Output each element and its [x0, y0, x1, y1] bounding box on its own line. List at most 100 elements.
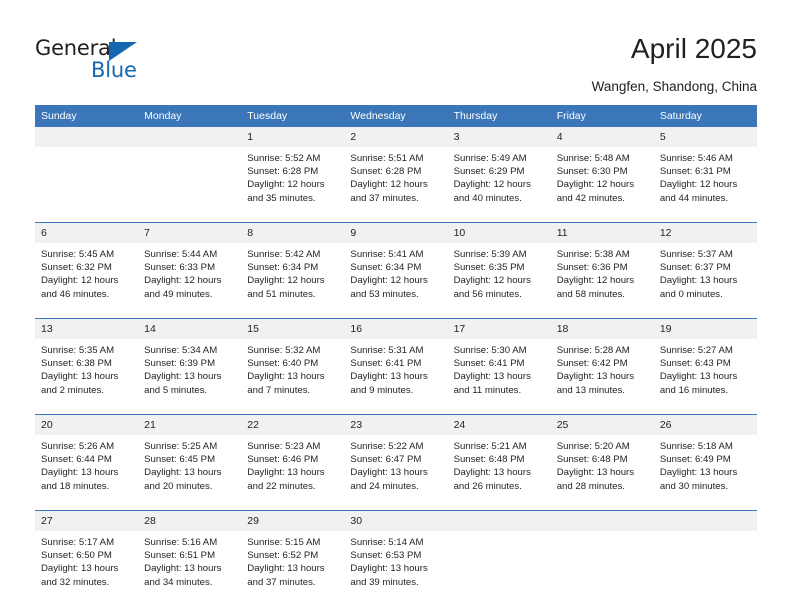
daylight-text: Daylight: 13 hours and 16 minutes.: [659, 371, 738, 396]
day-cell[interactable]: [550, 510, 654, 606]
day-cell[interactable]: 25 Sunrise: 5:20 AM Sunset: 6:48 PM Dayl…: [550, 414, 654, 511]
day-cell[interactable]: 6 Sunrise: 5:45 AM Sunset: 6:32 PM Dayli…: [35, 222, 139, 319]
day-cell[interactable]: 3 Sunrise: 5:49 AM Sunset: 6:29 PM Dayli…: [447, 127, 551, 223]
day-details: Sunrise: 5:26 AM Sunset: 6:44 PM Dayligh…: [35, 435, 138, 510]
day-cell[interactable]: 12 Sunrise: 5:37 AM Sunset: 6:37 PM Dayl…: [653, 222, 757, 319]
sunrise-text: Sunrise: 5:51 AM: [350, 153, 424, 164]
day-cell[interactable]: 30 Sunrise: 5:14 AM Sunset: 6:53 PM Dayl…: [344, 510, 448, 606]
day-details: Sunrise: 5:27 AM Sunset: 6:43 PM Dayligh…: [654, 339, 757, 414]
daylight-text: Daylight: 13 hours and 34 minutes.: [144, 563, 222, 588]
sunrise-text: Sunrise: 5:38 AM: [556, 249, 630, 260]
day-number: 27: [35, 511, 139, 531]
sunrise-text: Sunrise: 5:18 AM: [659, 441, 733, 452]
day-cell[interactable]: 4 Sunrise: 5:48 AM Sunset: 6:30 PM Dayli…: [550, 127, 654, 223]
daylight-text: Daylight: 13 hours and 30 minutes.: [659, 467, 738, 492]
day-cell[interactable]: 17 Sunrise: 5:30 AM Sunset: 6:41 PM Dayl…: [447, 318, 551, 415]
day-number: [138, 127, 242, 147]
sunrise-text: Sunrise: 5:22 AM: [350, 441, 424, 452]
sunset-text: Sunset: 6:37 PM: [659, 262, 731, 274]
day-details: Sunrise: 5:17 AM Sunset: 6:50 PM Dayligh…: [35, 531, 138, 606]
day-number: 5: [653, 127, 757, 147]
sunrise-text: Sunrise: 5:34 AM: [144, 345, 218, 356]
day-cell[interactable]: [138, 127, 242, 223]
day-details: Sunrise: 5:37 AM Sunset: 6:37 PM Dayligh…: [654, 243, 757, 318]
day-cell[interactable]: 29 Sunrise: 5:15 AM Sunset: 6:52 PM Dayl…: [241, 510, 345, 606]
daylight-text: Daylight: 13 hours and 24 minutes.: [350, 467, 428, 492]
day-details: Sunrise: 5:34 AM Sunset: 6:39 PM Dayligh…: [138, 339, 241, 414]
daylight-text: Daylight: 13 hours and 13 minutes.: [556, 371, 635, 396]
day-number: 20: [35, 415, 139, 435]
daylight-text: Daylight: 12 hours and 49 minutes.: [144, 275, 222, 300]
day-cell[interactable]: [447, 510, 551, 606]
day-number: 6: [35, 223, 139, 243]
sunrise-text: Sunrise: 5:37 AM: [659, 249, 733, 260]
sunrise-text: Sunrise: 5:41 AM: [350, 249, 424, 260]
day-details: Sunrise: 5:14 AM Sunset: 6:53 PM Dayligh…: [344, 531, 447, 606]
day-cell[interactable]: 28 Sunrise: 5:16 AM Sunset: 6:51 PM Dayl…: [138, 510, 242, 606]
day-number: 9: [344, 223, 448, 243]
day-cell[interactable]: 27 Sunrise: 5:17 AM Sunset: 6:50 PM Dayl…: [35, 510, 139, 606]
sunrise-text: Sunrise: 5:26 AM: [41, 441, 115, 452]
day-cell[interactable]: 16 Sunrise: 5:31 AM Sunset: 6:41 PM Dayl…: [344, 318, 448, 415]
day-cell[interactable]: 26 Sunrise: 5:18 AM Sunset: 6:49 PM Dayl…: [653, 414, 757, 511]
day-cell[interactable]: 5 Sunrise: 5:46 AM Sunset: 6:31 PM Dayli…: [653, 127, 757, 223]
daylight-text: Daylight: 13 hours and 2 minutes.: [41, 371, 119, 396]
day-number: 4: [550, 127, 654, 147]
day-cell[interactable]: 23 Sunrise: 5:22 AM Sunset: 6:47 PM Dayl…: [344, 414, 448, 511]
sunset-text: Sunset: 6:44 PM: [41, 454, 112, 466]
day-cell[interactable]: 7 Sunrise: 5:44 AM Sunset: 6:33 PM Dayli…: [138, 222, 242, 319]
day-details: Sunrise: 5:18 AM Sunset: 6:49 PM Dayligh…: [654, 435, 757, 510]
day-number: 15: [241, 319, 345, 339]
daylight-text: Daylight: 12 hours and 53 minutes.: [350, 275, 428, 300]
day-number: 8: [241, 223, 345, 243]
sunset-text: Sunset: 6:34 PM: [350, 262, 422, 274]
daylight-text: Daylight: 13 hours and 32 minutes.: [41, 563, 119, 588]
day-cell[interactable]: 15 Sunrise: 5:32 AM Sunset: 6:40 PM Dayl…: [241, 318, 345, 415]
sunset-text: Sunset: 6:33 PM: [144, 262, 216, 274]
day-cell[interactable]: 10 Sunrise: 5:39 AM Sunset: 6:35 PM Dayl…: [447, 222, 551, 319]
day-cell[interactable]: 24 Sunrise: 5:21 AM Sunset: 6:48 PM Dayl…: [447, 414, 551, 511]
sunrise-text: Sunrise: 5:44 AM: [144, 249, 218, 260]
calendar-header-row-group: Sunday Monday Tuesday Wednesday Thursday…: [35, 105, 757, 127]
day-cell[interactable]: [653, 510, 757, 606]
day-cell[interactable]: [35, 127, 139, 223]
day-details: [448, 531, 551, 606]
day-cell[interactable]: 22 Sunrise: 5:23 AM Sunset: 6:46 PM Dayl…: [241, 414, 345, 511]
sunrise-text: Sunrise: 5:45 AM: [41, 249, 115, 260]
sunrise-text: Sunrise: 5:27 AM: [659, 345, 733, 356]
day-number: 16: [344, 319, 448, 339]
day-details: Sunrise: 5:31 AM Sunset: 6:41 PM Dayligh…: [344, 339, 447, 414]
day-number: 26: [653, 415, 757, 435]
daylight-text: Daylight: 12 hours and 44 minutes.: [659, 179, 738, 204]
day-number: 13: [35, 319, 139, 339]
day-cell[interactable]: 8 Sunrise: 5:42 AM Sunset: 6:34 PM Dayli…: [241, 222, 345, 319]
day-cell[interactable]: 19 Sunrise: 5:27 AM Sunset: 6:43 PM Dayl…: [653, 318, 757, 415]
day-details: Sunrise: 5:16 AM Sunset: 6:51 PM Dayligh…: [138, 531, 241, 606]
sunrise-text: Sunrise: 5:48 AM: [556, 153, 630, 164]
sunset-text: Sunset: 6:31 PM: [659, 166, 731, 178]
day-number: 28: [138, 511, 242, 531]
day-number: 29: [241, 511, 345, 531]
sunset-text: Sunset: 6:46 PM: [247, 454, 319, 466]
day-cell[interactable]: 2 Sunrise: 5:51 AM Sunset: 6:28 PM Dayli…: [344, 127, 448, 223]
sunset-text: Sunset: 6:53 PM: [350, 550, 422, 562]
day-cell[interactable]: 1 Sunrise: 5:52 AM Sunset: 6:28 PM Dayli…: [241, 127, 345, 223]
day-details: [654, 531, 757, 606]
day-cell[interactable]: 13 Sunrise: 5:35 AM Sunset: 6:38 PM Dayl…: [35, 318, 139, 415]
sunrise-text: Sunrise: 5:14 AM: [350, 537, 424, 548]
day-cell[interactable]: 11 Sunrise: 5:38 AM Sunset: 6:36 PM Dayl…: [550, 222, 654, 319]
day-cell[interactable]: 18 Sunrise: 5:28 AM Sunset: 6:42 PM Dayl…: [550, 318, 654, 415]
daylight-text: Daylight: 12 hours and 58 minutes.: [556, 275, 635, 300]
page-header: General Blue April 2025 Wangfen, Shandon…: [0, 0, 792, 100]
day-cell[interactable]: 20 Sunrise: 5:26 AM Sunset: 6:44 PM Dayl…: [35, 414, 139, 511]
daylight-text: Daylight: 12 hours and 51 minutes.: [247, 275, 325, 300]
sunset-text: Sunset: 6:35 PM: [453, 262, 525, 274]
day-number: 14: [138, 319, 242, 339]
day-cell[interactable]: 14 Sunrise: 5:34 AM Sunset: 6:39 PM Dayl…: [138, 318, 242, 415]
day-number: 1: [241, 127, 345, 147]
sunrise-text: Sunrise: 5:15 AM: [247, 537, 321, 548]
day-number: 7: [138, 223, 242, 243]
day-cell[interactable]: 9 Sunrise: 5:41 AM Sunset: 6:34 PM Dayli…: [344, 222, 448, 319]
day-cell[interactable]: 21 Sunrise: 5:25 AM Sunset: 6:45 PM Dayl…: [138, 414, 242, 511]
day-number: 22: [241, 415, 345, 435]
